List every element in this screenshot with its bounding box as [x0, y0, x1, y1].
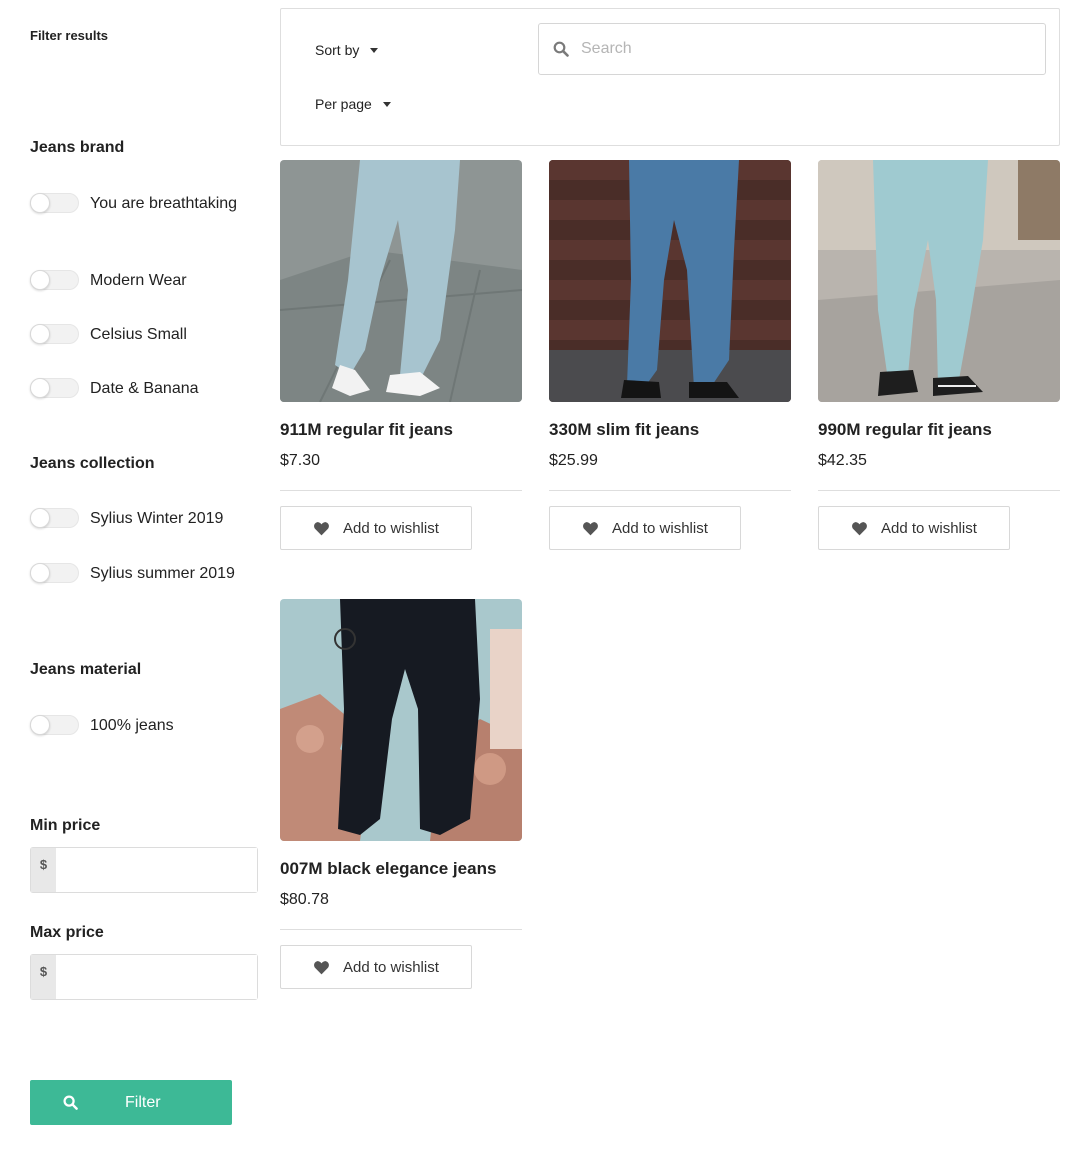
currency-addon: $	[31, 848, 56, 892]
per-page-label: Per page	[315, 96, 372, 112]
min-price-field: $	[30, 847, 258, 893]
product-name[interactable]: 007M black elegance jeans	[280, 859, 496, 879]
sort-by-label: Sort by	[315, 42, 360, 58]
heart-icon	[314, 521, 329, 535]
min-price-input[interactable]	[56, 848, 257, 892]
product-card: 990M regular fit jeans $42.35 Add to wis…	[818, 160, 1060, 552]
product-image[interactable]	[280, 160, 522, 402]
wishlist-label: Add to wishlist	[343, 958, 439, 976]
per-page-dropdown[interactable]: Per page	[315, 96, 391, 112]
product-name[interactable]: 911M regular fit jeans	[280, 420, 453, 440]
jeans-brand-heading: Jeans brand	[30, 139, 125, 156]
sort-by-dropdown[interactable]: Sort by	[315, 42, 379, 58]
toggle-switch[interactable]	[30, 324, 79, 344]
search-input[interactable]	[581, 40, 1011, 58]
option-label: Modern Wear	[90, 272, 187, 289]
max-price-field: $	[30, 954, 258, 1000]
jeans-collection-heading: Jeans collection	[30, 455, 155, 472]
product-price: $7.30	[280, 452, 321, 469]
max-price-input[interactable]	[56, 955, 257, 999]
toggle-switch[interactable]	[30, 378, 79, 398]
product-name[interactable]: 330M slim fit jeans	[549, 420, 699, 440]
wishlist-label: Add to wishlist	[612, 519, 708, 537]
heart-icon	[583, 521, 598, 535]
product-price: $42.35	[818, 452, 867, 469]
option-label: Sylius Winter 2019	[90, 510, 224, 527]
max-price-label: Max price	[30, 924, 104, 941]
wishlist-label: Add to wishlist	[881, 519, 977, 537]
filter-button-label: Filter	[125, 1093, 161, 1111]
option-label: Date & Banana	[90, 380, 199, 397]
wishlist-label: Add to wishlist	[343, 519, 439, 537]
search-box	[538, 23, 1046, 75]
caret-down-icon	[370, 47, 379, 53]
add-to-wishlist-button[interactable]: Add to wishlist	[549, 506, 741, 550]
product-image[interactable]	[280, 599, 522, 841]
heart-icon	[314, 960, 329, 974]
filter-results-title: Filter results	[30, 28, 109, 43]
product-card: 911M regular fit jeans $7.30 Add to wish…	[280, 160, 522, 552]
min-price-label: Min price	[30, 817, 101, 834]
search-icon	[553, 41, 569, 57]
currency-addon: $	[31, 955, 56, 999]
option-label: Celsius Small	[90, 326, 187, 343]
toggle-switch[interactable]	[30, 193, 79, 213]
product-image[interactable]	[549, 160, 791, 402]
option-label: 100% jeans	[90, 717, 174, 734]
toggle-switch[interactable]	[30, 270, 79, 290]
add-to-wishlist-button[interactable]: Add to wishlist	[818, 506, 1010, 550]
filter-button[interactable]: Filter	[30, 1080, 232, 1125]
product-image[interactable]	[818, 160, 1060, 402]
product-price: $25.99	[549, 452, 598, 469]
option-label: Sylius summer 2019	[90, 565, 235, 582]
jeans-material-heading: Jeans material	[30, 661, 142, 678]
toggle-switch[interactable]	[30, 563, 79, 583]
divider	[280, 490, 522, 491]
toggle-switch[interactable]	[30, 508, 79, 528]
toggle-switch[interactable]	[30, 715, 79, 735]
caret-down-icon	[382, 101, 391, 107]
divider	[549, 490, 791, 491]
option-label: You are breathtaking	[90, 195, 238, 212]
search-icon	[63, 1095, 78, 1110]
product-name[interactable]: 990M regular fit jeans	[818, 420, 992, 440]
divider	[280, 929, 522, 930]
results-toolbar: Sort by Per page	[280, 8, 1060, 146]
add-to-wishlist-button[interactable]: Add to wishlist	[280, 506, 472, 550]
add-to-wishlist-button[interactable]: Add to wishlist	[280, 945, 472, 989]
product-card: 007M black elegance jeans $80.78 Add to …	[280, 599, 522, 991]
product-price: $80.78	[280, 891, 329, 908]
product-card: 330M slim fit jeans $25.99 Add to wishli…	[549, 160, 791, 552]
divider	[818, 490, 1060, 491]
heart-icon	[852, 521, 867, 535]
